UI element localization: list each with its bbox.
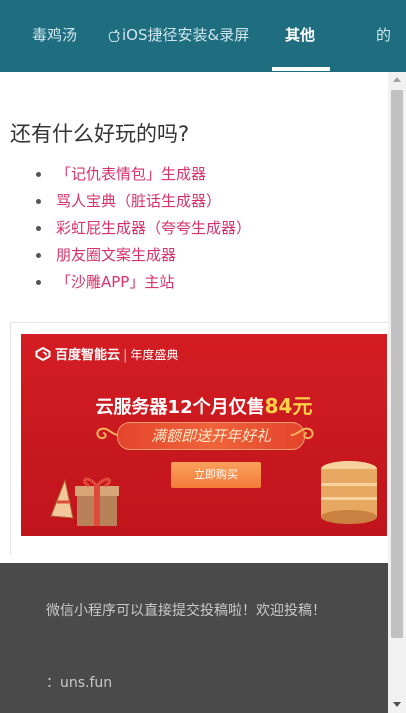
page-footer: 微信小程序可以直接提交投稿啦！欢迎投稿！ ：uns.fun — [0, 563, 388, 713]
top-nav: 毒鸡汤 iOS捷径安装&录屏 其他 的 — [0, 0, 406, 72]
chevron-down-icon — [393, 702, 401, 707]
cloud-ornament-right-icon — [290, 427, 314, 440]
ad-brand: 百度智能云 | 年度盛典 — [35, 346, 178, 364]
ad-buy-now-button[interactable]: 立即购买 — [171, 462, 261, 488]
ad-headline-text: 云服务器12个月仅售 — [95, 397, 265, 418]
link-compliment-generator[interactable]: 彩虹屁生成器（夸夸生成器） — [0, 218, 251, 245]
link-moments-copy-generator[interactable]: 朋友圈文案生成器 — [0, 245, 251, 272]
ad-promo-ribbon: 满额即送开年好礼 — [117, 422, 305, 450]
tab-ios-shortcuts[interactable]: iOS捷径安装&录屏 — [108, 0, 249, 72]
chevron-up-icon — [393, 77, 401, 82]
ad-brand-name: 百度智能云 — [55, 348, 121, 363]
tab-label: 的 — [376, 26, 392, 44]
footer-submission-notice: 微信小程序可以直接提交投稿啦！欢迎投稿！ — [46, 603, 326, 619]
ad-brand-event: 年度盛典 — [130, 348, 179, 362]
tab-more[interactable]: 的 — [376, 0, 391, 72]
scrollbar-thumb[interactable] — [391, 90, 403, 638]
tab-label: iOS捷径安装&录屏 — [122, 26, 250, 44]
link-curse-generator[interactable]: 骂人宝典（脏话生成器） — [0, 191, 251, 218]
main-content: 还有什么好玩的吗? 「记仇表情包」生成器 骂人宝典（脏话生成器） 彩虹屁生成器（… — [0, 72, 389, 563]
baidu-cloud-logo-icon — [35, 347, 51, 361]
link-revenge-sticker-generator[interactable]: 「记仇表情包」生成器 — [0, 164, 251, 191]
ad-headline: 云服务器12个月仅售84元 — [21, 390, 387, 419]
tab-label: 毒鸡汤 — [32, 26, 78, 44]
server-stack-icon — [321, 461, 377, 524]
tab-label: 其他 — [285, 26, 316, 44]
ad-price: 84元 — [264, 394, 313, 418]
gift-box-icon — [50, 477, 119, 526]
footer-domain: ：uns.fun — [46, 675, 113, 691]
fun-links-list: 「记仇表情包」生成器 骂人宝典（脏话生成器） 彩虹屁生成器（夸夸生成器） 朋友圈… — [0, 164, 251, 299]
tab-chicken-soup[interactable]: 毒鸡汤 — [32, 0, 77, 72]
apple-icon — [108, 29, 120, 42]
page-heading: 还有什么好玩的吗? — [10, 122, 190, 146]
tab-other[interactable]: 其他 — [285, 0, 315, 72]
active-tab-indicator — [272, 67, 330, 71]
scroll-up-arrow[interactable] — [388, 72, 406, 88]
cloud-ornament-left-icon — [96, 427, 120, 440]
ad-brand-divider: | — [123, 348, 128, 363]
scroll-down-arrow[interactable] — [388, 697, 406, 713]
ad-banner[interactable]: 百度智能云 | 年度盛典 云服务器12个月仅售84元 满额即送开年好礼 立即购买 — [21, 334, 387, 536]
link-shadiao-app-home[interactable]: 「沙雕APP」主站 — [0, 272, 251, 299]
vertical-scrollbar[interactable] — [388, 72, 406, 713]
